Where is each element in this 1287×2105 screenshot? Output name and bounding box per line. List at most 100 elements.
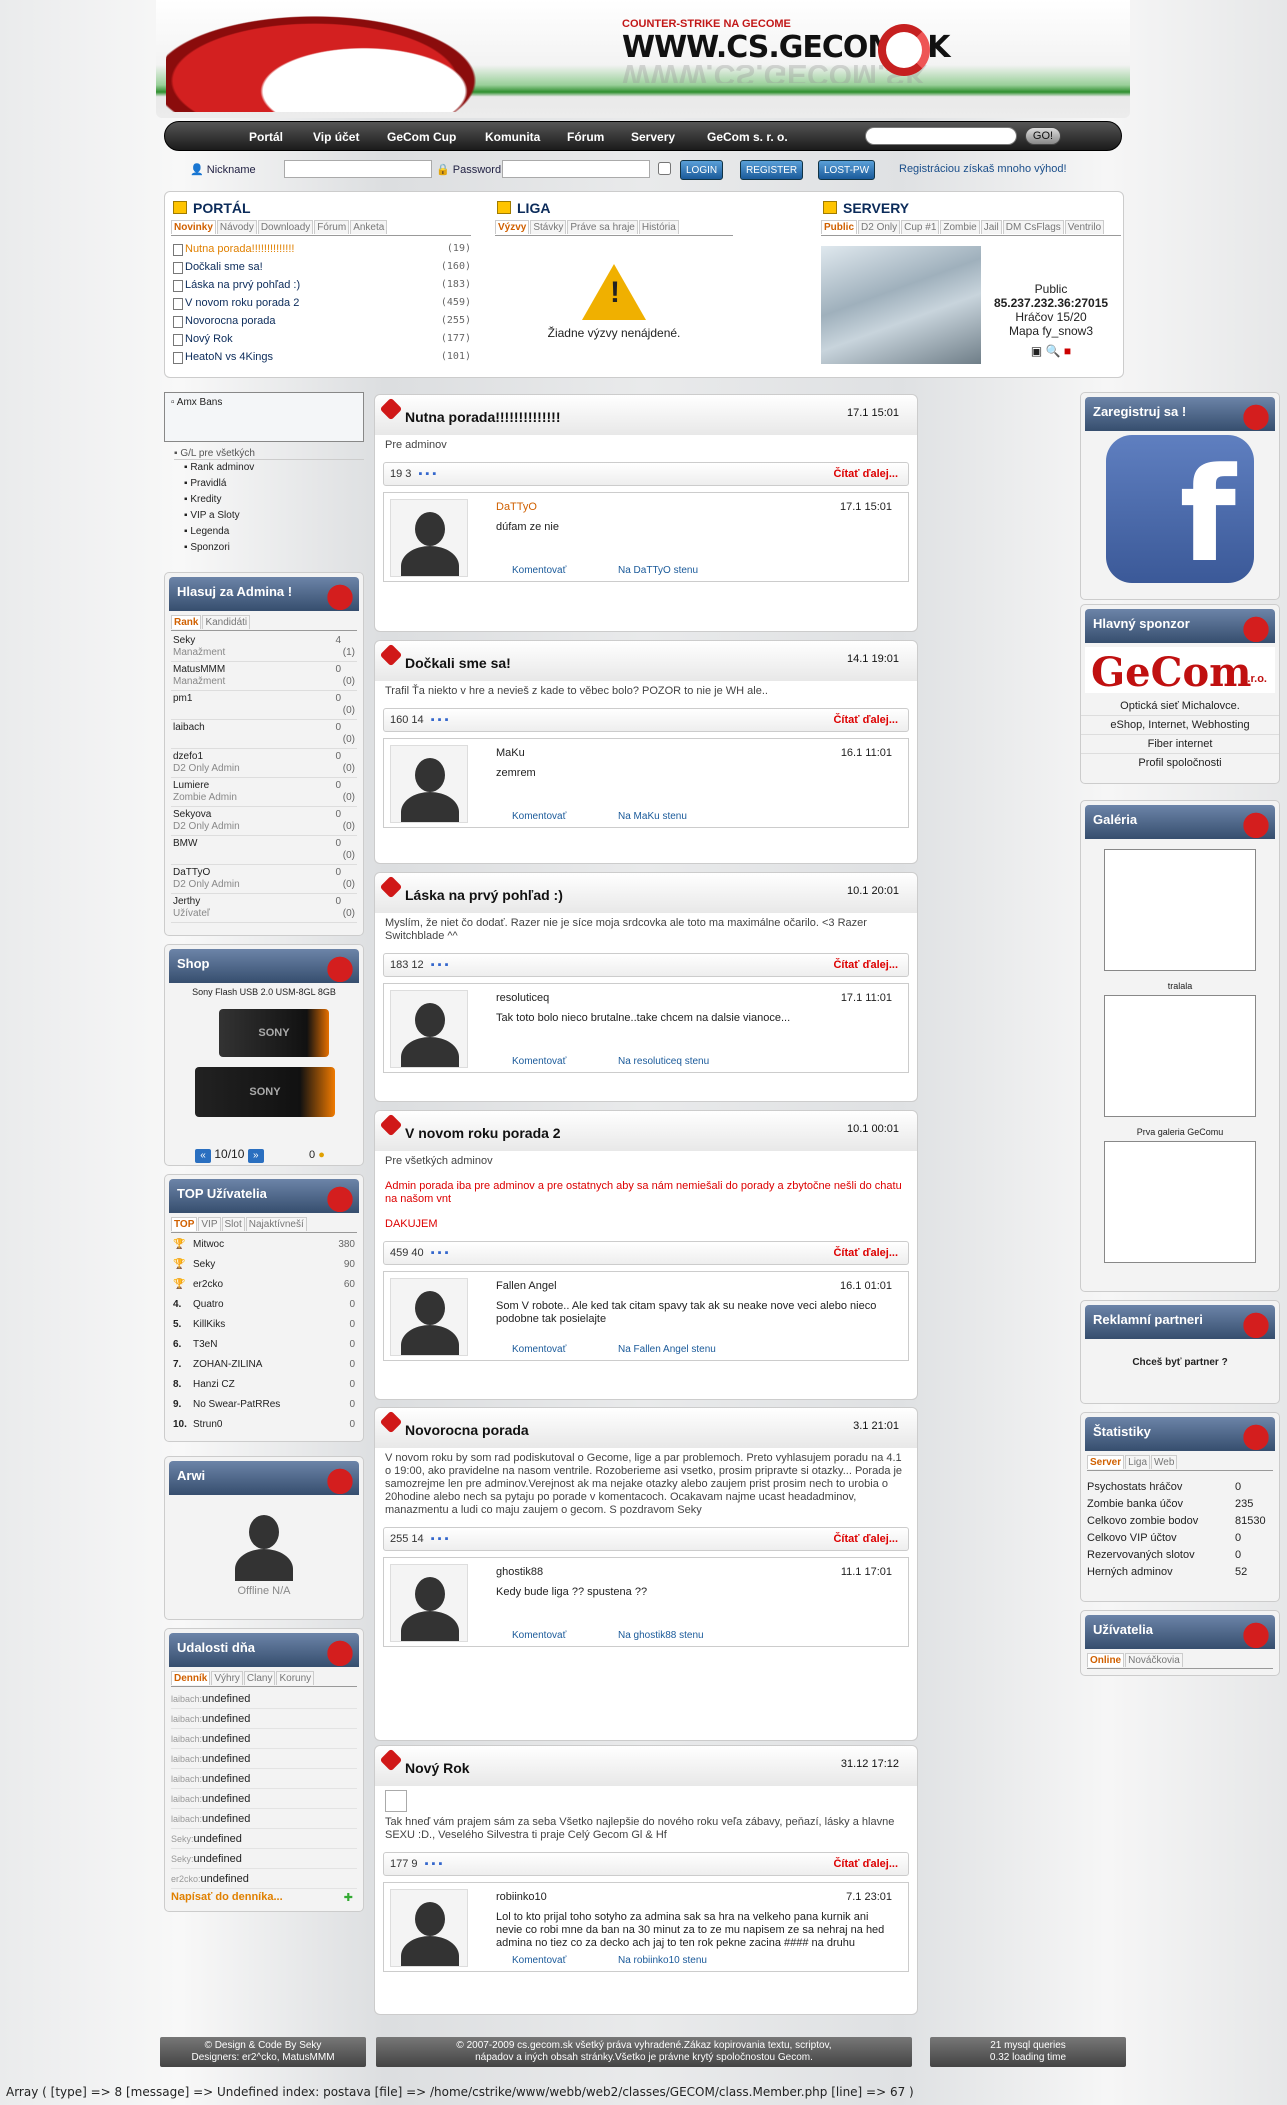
gecom-sponsor-logo[interactable]: GeCom s.r.o. (1085, 647, 1275, 696)
password-input[interactable] (502, 160, 650, 178)
event-row[interactable]: Seky:undefined (171, 1829, 357, 1849)
top-user-row[interactable]: 5. KillKiks 0 (171, 1315, 357, 1335)
top-user-row[interactable]: 4. Quatro 0 (171, 1295, 357, 1315)
event-row[interactable]: laibach:undefined (171, 1709, 357, 1729)
event-row[interactable]: Seky:undefined (171, 1849, 357, 1869)
event-row[interactable]: er2cko:undefined (171, 1869, 357, 1889)
sponsor-link[interactable]: Optická sieť Michalovce. (1081, 697, 1279, 716)
read-more-link[interactable]: Čítať ďalej... (833, 1533, 898, 1545)
top-user-row[interactable]: 🏆 Mitwoc 380 (171, 1235, 357, 1255)
tab-cup[interactable]: Cup #1 (901, 220, 940, 234)
post-title[interactable]: Novorocna porada (405, 1422, 529, 1438)
event-row[interactable]: laibach:undefined (171, 1769, 357, 1789)
avatar[interactable] (225, 1503, 303, 1581)
comment-link[interactable]: Komentovať (512, 1630, 566, 1641)
avatar[interactable] (390, 499, 468, 577)
hlsw-icon[interactable]: ■ (1064, 344, 1071, 358)
gallery-image[interactable] (1104, 1141, 1256, 1263)
tab-forum[interactable]: Fórum (314, 220, 350, 234)
steam-icon[interactable]: ▣ (1031, 344, 1042, 358)
comment-link[interactable]: Komentovať (512, 1955, 566, 1966)
post-title[interactable]: V novom roku porada 2 (405, 1125, 561, 1141)
vote-row[interactable]: BMW 0 (0) (171, 836, 357, 865)
nickname-input[interactable] (284, 160, 432, 178)
wall-link[interactable]: Na MaKu stenu (618, 811, 687, 822)
tab-novinky[interactable]: Novinky (171, 220, 216, 234)
register-promo-link[interactable]: Registráciou získaš mnoho výhod! (899, 163, 1067, 175)
tab-downloady[interactable]: Downloady (257, 220, 314, 234)
gallery-image[interactable] (1104, 995, 1256, 1117)
facebook-icon[interactable]: f (1106, 435, 1254, 583)
register-button[interactable]: REGISTER (740, 160, 804, 180)
amx-bans-box[interactable]: ▫ Amx Bans (164, 392, 364, 442)
tab-historia[interactable]: História (638, 220, 679, 234)
remember-checkbox[interactable] (658, 162, 671, 175)
tab-ventrilo[interactable]: Ventrilo (1064, 220, 1105, 234)
wall-link[interactable]: Na resoluticeq stenu (618, 1056, 709, 1067)
nav-portal[interactable]: Portál (249, 130, 283, 144)
comment-author[interactable]: DaTTyO (496, 501, 537, 513)
tab-novackovia[interactable]: Nováčkovia (1125, 1653, 1183, 1667)
gallery-image[interactable] (1104, 849, 1256, 971)
read-more-link[interactable]: Čítať ďalej... (833, 959, 898, 971)
event-row[interactable]: laibach:undefined (171, 1789, 357, 1809)
tab-web[interactable]: Web (1151, 1455, 1178, 1469)
list-item[interactable]: Novorocna porada (255) (171, 312, 471, 330)
tab-vyhry[interactable]: Výhry (211, 1671, 243, 1685)
post-title[interactable]: Nutna porada!!!!!!!!!!!!!! (405, 409, 561, 425)
avatar[interactable] (390, 990, 468, 1068)
top-user-row[interactable]: 🏆 er2cko 60 (171, 1275, 357, 1295)
list-item[interactable]: HeatoN vs 4Kings (101) (171, 348, 471, 366)
partners-link[interactable]: Chceš byť partner ? (1081, 1357, 1279, 1368)
vote-row[interactable]: Lumiere Zombie Admin 0 (0) (171, 778, 357, 807)
lost-pw-button[interactable]: LOST-PW (818, 160, 876, 180)
gl-item[interactable]: ▪ Rank adminov (184, 460, 364, 476)
gl-item[interactable]: ▪ Sponzori (184, 540, 364, 556)
tab-jail[interactable]: Jail (980, 220, 1002, 234)
list-item[interactable]: Nutna porada!!!!!!!!!!!!!! (19) (171, 240, 471, 258)
vote-row[interactable]: laibach 0 (0) (171, 720, 357, 749)
wall-link[interactable]: Na Fallen Angel stenu (618, 1344, 716, 1355)
top-user-row[interactable]: 10. Strun0 0 (171, 1415, 357, 1435)
sponsor-link[interactable]: eShop, Internet, Webhosting (1081, 716, 1279, 735)
wall-link[interactable]: Na ghostik88 stenu (618, 1630, 704, 1641)
event-row[interactable]: laibach:undefined (171, 1749, 357, 1769)
tab-vyzvy[interactable]: Výzvy (495, 220, 530, 234)
tab-stavky[interactable]: Stávky (530, 220, 567, 234)
tab-navody[interactable]: Návody (216, 220, 257, 234)
share-icons[interactable]: ▪ ▪ ▪ (428, 1533, 449, 1545)
tab-anketa[interactable]: Anketa (350, 220, 388, 234)
tab-vip[interactable]: VIP (198, 1217, 221, 1231)
vote-row[interactable]: DaTTyO D2 Only Admin 0 (0) (171, 865, 357, 894)
tab-liga[interactable]: Liga (1125, 1455, 1151, 1469)
vote-row[interactable]: Seky Manažment 4 (1) (171, 633, 357, 662)
list-item[interactable]: Nový Rok (177) (171, 330, 471, 348)
vote-row[interactable]: dzefo1 D2 Only Admin 0 (0) (171, 749, 357, 778)
event-row[interactable]: laibach:undefined (171, 1689, 357, 1709)
comment-link[interactable]: Komentovať (512, 1344, 566, 1355)
comment-author[interactable]: ghostik88 (496, 1566, 543, 1578)
search-icon[interactable]: 🔍 (1046, 344, 1061, 358)
login-button[interactable]: LOGIN (680, 160, 724, 180)
tab-top[interactable]: TOP (171, 1217, 198, 1231)
read-more-link[interactable]: Čítať ďalej... (833, 1858, 898, 1870)
server-ip[interactable]: 85.237.232.36:27015 (981, 296, 1121, 310)
top-user-row[interactable]: 9. No Swear-PatRRes 0 (171, 1395, 357, 1415)
vote-row[interactable]: MatusMMM Manažment 0 (0) (171, 662, 357, 691)
tab-prave[interactable]: Práve sa hraje (567, 220, 638, 234)
share-icons[interactable]: ▪ ▪ ▪ (415, 468, 436, 480)
nav-komunita[interactable]: Komunita (485, 130, 540, 144)
vote-row[interactable]: Jerthy Užívateľ 0 (0) (171, 894, 357, 923)
usb-drive-image[interactable]: SONY SONY (189, 1003, 339, 1123)
go-button[interactable]: GO! (1025, 127, 1061, 145)
nav-cup[interactable]: GeCom Cup (387, 130, 456, 144)
post-title[interactable]: Nový Rok (405, 1760, 470, 1776)
sponsor-link[interactable]: Fiber internet (1081, 735, 1279, 754)
comment-author[interactable]: MaKu (496, 747, 525, 759)
post-title[interactable]: Dočkali sme sa! (405, 655, 511, 671)
comment-link[interactable]: Komentovať (512, 1056, 566, 1067)
next-button[interactable]: » (247, 1149, 264, 1163)
list-item[interactable]: Láska na prvý pohľad :) (183) (171, 276, 471, 294)
comment-author[interactable]: robiinko10 (496, 1891, 547, 1903)
tab-dennik[interactable]: Denník (171, 1671, 211, 1685)
